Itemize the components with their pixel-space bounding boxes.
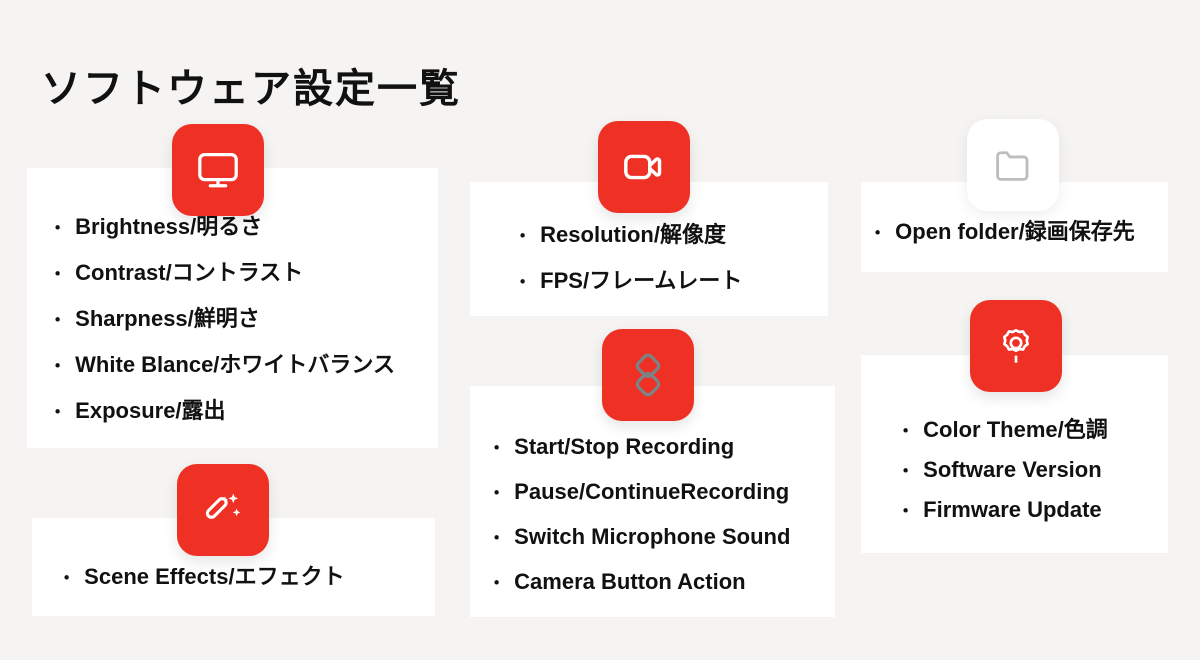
- video-settings-list: ・ Resolution/解像度 ・ FPS/フレームレート: [514, 212, 828, 304]
- monitor-icon: [195, 147, 241, 193]
- list-item-label: Scene Effects/エフェクト: [84, 564, 345, 589]
- list-item-label: Resolution/解像度: [540, 222, 726, 247]
- list-item[interactable]: ・ Resolution/解像度: [514, 212, 828, 258]
- bullet-icon: ・: [897, 501, 915, 521]
- list-item[interactable]: ・ Camera Button Action: [488, 559, 835, 604]
- bullet-icon: ・: [514, 272, 532, 292]
- list-item-label: Camera Button Action: [514, 569, 746, 594]
- list-item[interactable]: ・ Firmware Update: [897, 490, 1168, 530]
- system-settings-list: ・ Color Theme/色調 ・ Software Version ・ Firmw…: [897, 410, 1168, 530]
- recording-settings-list: ・ Start/Stop Recording ・ Pause/ContinueRec…: [488, 424, 835, 604]
- list-item-label: Software Version: [923, 457, 1102, 482]
- list-item[interactable]: ・ Switch Microphone Sound: [488, 514, 835, 559]
- bullet-icon: ・: [869, 223, 887, 243]
- page-title: ソフトウェア設定一覧: [41, 66, 461, 111]
- gear-icon-tile[interactable]: [970, 300, 1062, 392]
- list-item-label: White Blance/ホワイトバランス: [75, 352, 395, 377]
- list-item-label: Open folder/録画保存先: [895, 219, 1135, 244]
- list-item[interactable]: ・ Open folder/録画保存先: [869, 217, 1168, 247]
- settings-overview-page: ソフトウェア設定一覧 ・ Brightness/明るさ ・ Contrast/コント…: [0, 0, 1200, 660]
- bullet-icon: ・: [58, 568, 76, 588]
- list-item[interactable]: ・ Start/Stop Recording: [488, 424, 835, 469]
- bullet-icon: ・: [488, 573, 506, 593]
- bullet-icon: ・: [897, 461, 915, 481]
- bullet-icon: ・: [514, 226, 532, 246]
- list-item[interactable]: ・ Color Theme/色調: [897, 410, 1168, 450]
- list-item[interactable]: ・ Software Version: [897, 450, 1168, 490]
- list-item[interactable]: ・ White Blance/ホワイトバランス: [49, 342, 438, 388]
- video-camera-icon-tile[interactable]: [598, 121, 690, 213]
- list-item[interactable]: ・ FPS/フレームレート: [514, 258, 828, 304]
- bullet-icon: ・: [488, 483, 506, 503]
- folder-icon: [992, 144, 1034, 186]
- monitor-icon-tile[interactable]: [172, 124, 264, 216]
- list-item-label: Start/Stop Recording: [514, 434, 735, 459]
- video-camera-icon: [621, 144, 667, 190]
- magic-wand-icon-tile[interactable]: [177, 464, 269, 556]
- bullet-icon: ・: [488, 438, 506, 458]
- display-settings-list: ・ Brightness/明るさ ・ Contrast/コントラスト ・ Sharpn…: [49, 204, 438, 434]
- bullet-icon: ・: [49, 310, 67, 330]
- list-item[interactable]: ・ Exposure/露出: [49, 388, 438, 434]
- folder-icon-tile[interactable]: [967, 119, 1059, 211]
- list-item-label: FPS/フレームレート: [540, 268, 743, 293]
- bullet-icon: ・: [488, 528, 506, 548]
- bullet-icon: ・: [897, 421, 915, 441]
- layers-s-icon-tile[interactable]: [602, 329, 694, 421]
- list-item-label: Pause/ContinueRecording: [514, 479, 790, 504]
- bullet-icon: ・: [49, 218, 67, 238]
- bullet-icon: ・: [49, 264, 67, 284]
- list-item[interactable]: ・ Pause/ContinueRecording: [488, 469, 835, 514]
- scene-effects-list: ・ Scene Effects/エフェクト: [58, 562, 435, 592]
- list-item[interactable]: ・ Sharpness/鮮明さ: [49, 296, 438, 342]
- gear-icon: [996, 326, 1036, 366]
- list-item-label: Firmware Update: [923, 497, 1102, 522]
- layers-s-icon: [625, 352, 671, 398]
- list-item[interactable]: ・ Scene Effects/エフェクト: [58, 562, 435, 592]
- list-item-label: Switch Microphone Sound: [514, 524, 791, 549]
- folder-settings-list: ・ Open folder/録画保存先: [869, 217, 1168, 247]
- magic-wand-icon: [201, 488, 245, 532]
- list-item-label: Contrast/コントラスト: [75, 260, 304, 285]
- list-item-label: Sharpness/鮮明さ: [75, 306, 260, 331]
- bullet-icon: ・: [49, 402, 67, 422]
- list-item-label: Color Theme/色調: [923, 417, 1108, 442]
- list-item-label: Exposure/露出: [75, 398, 226, 423]
- list-item[interactable]: ・ Contrast/コントラスト: [49, 250, 438, 296]
- bullet-icon: ・: [49, 356, 67, 376]
